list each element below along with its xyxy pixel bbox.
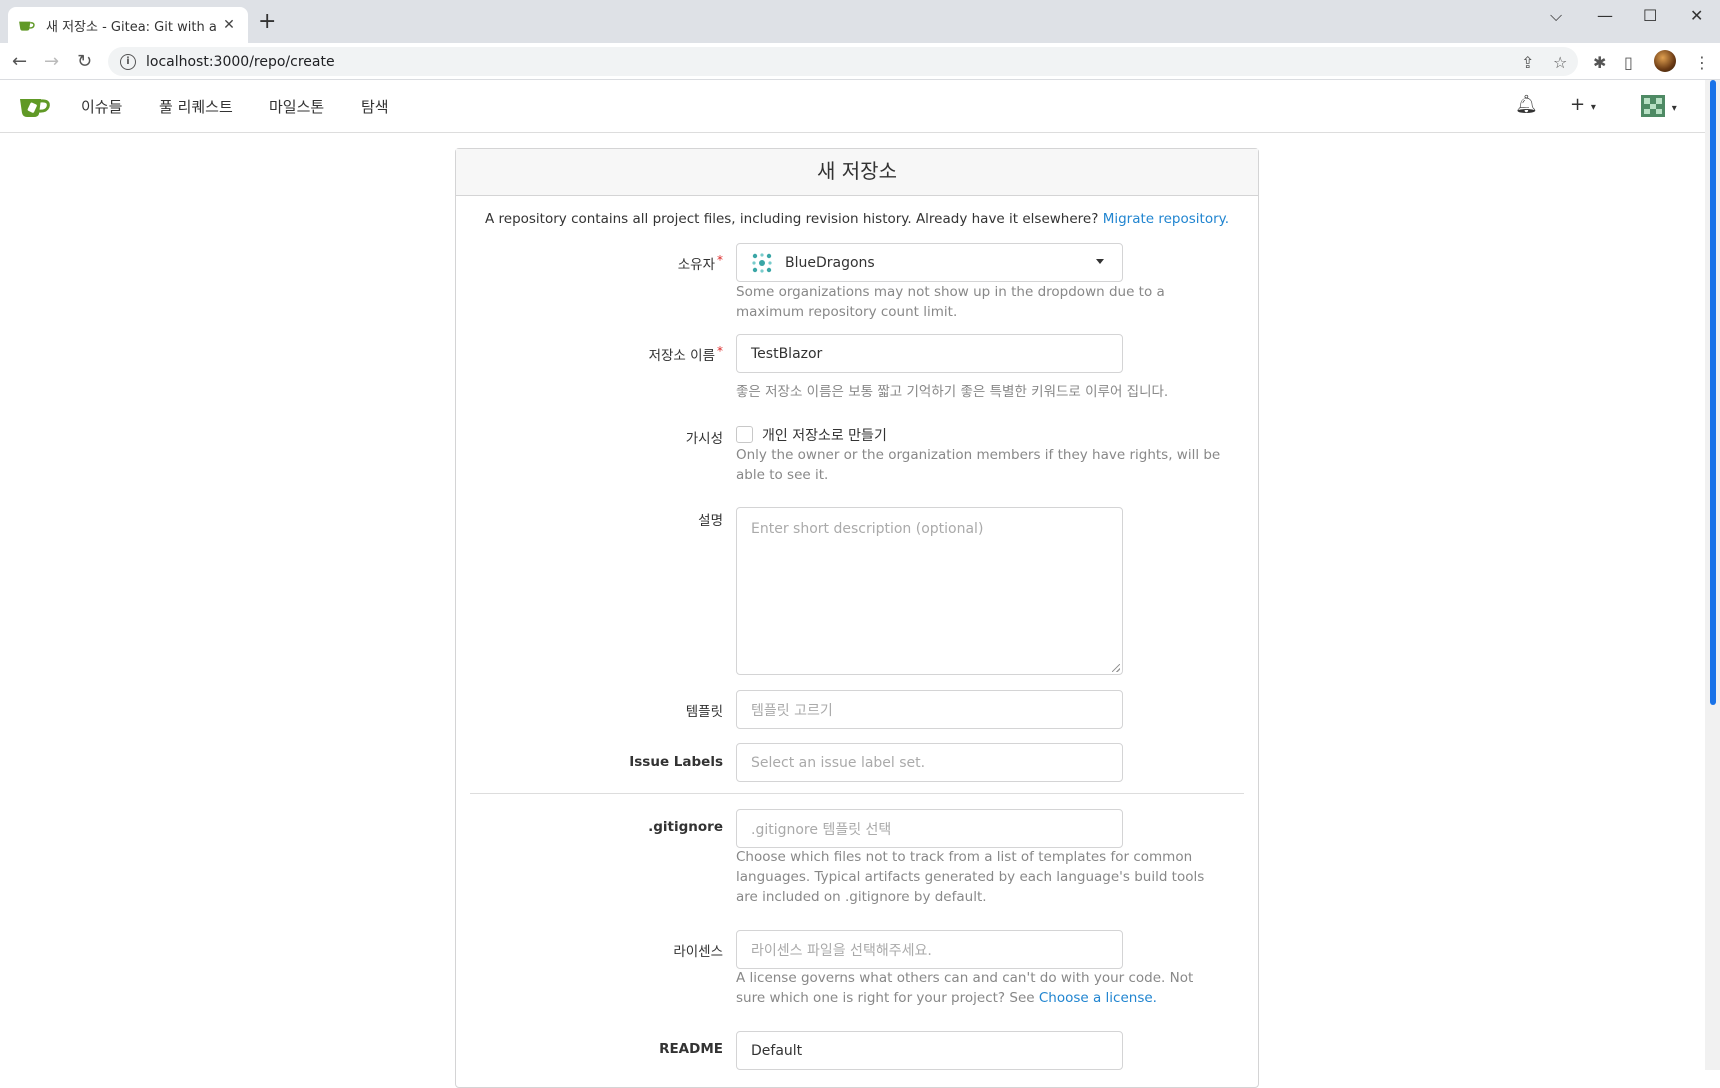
chevron-down-icon: [1096, 259, 1104, 264]
intro-text: A repository contains all project files,…: [484, 211, 1229, 227]
owner-dropdown[interactable]: BlueDragons: [736, 243, 1123, 282]
browser-toolbar: ← → ↻ i localhost:3000/repo/create ⇪ ☆ ✱…: [0, 43, 1720, 80]
issue-labels-label: Issue Labels: [629, 754, 723, 770]
org-avatar-icon: [752, 252, 772, 273]
nav-pull-requests[interactable]: 풀 리퀘스트: [159, 96, 233, 117]
minimize-window-icon[interactable]: —: [1597, 6, 1613, 25]
nav-explore[interactable]: 탐색: [361, 96, 389, 117]
create-new-dropdown-icon[interactable]: + ▾: [1570, 94, 1596, 115]
gitignore-help: Choose which files not to track from a l…: [736, 849, 1205, 905]
user-avatar-menu[interactable]: ▾: [1640, 94, 1677, 118]
nav-milestones[interactable]: 마일스톤: [269, 96, 324, 117]
reload-icon[interactable]: ↻: [77, 51, 92, 72]
back-arrow-icon[interactable]: ←: [12, 51, 27, 72]
browser-menu-icon[interactable]: ⋮: [1694, 53, 1710, 72]
form-header: 새 저장소: [456, 149, 1258, 196]
gitignore-dropdown[interactable]: .gitignore 템플릿 선택: [736, 809, 1123, 848]
notifications-bell-icon[interactable]: 🔔︎: [1515, 94, 1538, 115]
repo-name-label: 저장소 이름 *: [648, 344, 723, 364]
license-dropdown[interactable]: 라이센스 파일을 선택해주세요.: [736, 930, 1123, 969]
template-dropdown[interactable]: 템플릿 고르기: [736, 690, 1123, 729]
section-divider: [470, 793, 1244, 794]
gitea-navbar: 이슈들 풀 리퀘스트 마일스톤 탐색 🔔︎ + ▾ ▾: [0, 80, 1705, 133]
visibility-help: Only the owner or the organization membe…: [736, 447, 1221, 483]
close-tab-icon[interactable]: ✕: [220, 17, 238, 33]
new-repo-form: 새 저장소 A repository contains all project …: [455, 148, 1259, 1088]
side-panel-icon[interactable]: ▯: [1624, 53, 1633, 72]
extensions-icon[interactable]: ✱: [1593, 53, 1606, 72]
forward-arrow-icon[interactable]: →: [44, 51, 59, 72]
license-help: A license governs what others can and ca…: [736, 970, 1194, 1006]
nav-issues[interactable]: 이슈들: [81, 96, 122, 117]
repo-name-help: 좋은 저장소 이름은 보통 짧고 기억하기 좋은 특별한 키워드로 이루어 집니…: [736, 384, 1169, 400]
gitignore-label: .gitignore: [648, 819, 723, 835]
visibility-label: 가시성: [685, 431, 723, 447]
license-label: 라이센스: [673, 944, 723, 960]
repo-name-input[interactable]: TestBlazor: [736, 334, 1123, 373]
address-bar[interactable]: i localhost:3000/repo/create: [108, 47, 1578, 76]
description-label: 설명: [698, 513, 723, 529]
owner-label: 소유자 *: [677, 253, 723, 273]
description-textarea[interactable]: Enter short description (optional): [736, 507, 1123, 675]
page-scrollbar[interactable]: [1705, 80, 1720, 1070]
url-text: localhost:3000/repo/create: [146, 53, 335, 70]
close-window-icon[interactable]: ✕: [1690, 6, 1703, 25]
browser-tab[interactable]: 새 저장소 - Gitea: Git with a cup ✕: [8, 7, 248, 43]
share-icon[interactable]: ⇪: [1521, 53, 1534, 72]
private-checkbox-label[interactable]: 개인 저장소로 만들기: [762, 425, 887, 445]
site-info-icon[interactable]: i: [120, 53, 136, 70]
new-tab-button[interactable]: +: [258, 11, 276, 33]
owner-help: Some organizations may not show up in th…: [736, 284, 1165, 320]
resize-handle-icon[interactable]: [1112, 664, 1120, 672]
user-avatar-icon: [1641, 95, 1665, 117]
browser-tab-title: 새 저장소 - Gitea: Git with a cup: [46, 19, 220, 35]
maximize-window-icon[interactable]: ☐: [1643, 6, 1657, 25]
browser-profile-avatar[interactable]: [1654, 50, 1676, 72]
gitea-logo-icon[interactable]: [19, 94, 51, 118]
gitea-favicon-icon: [19, 21, 35, 31]
bookmark-star-icon[interactable]: ☆: [1553, 53, 1567, 72]
issue-labels-dropdown[interactable]: Select an issue label set.: [736, 743, 1123, 782]
private-checkbox[interactable]: [736, 426, 753, 443]
readme-label: README: [659, 1041, 723, 1057]
readme-dropdown[interactable]: Default: [736, 1031, 1123, 1070]
browser-tab-strip: 새 저장소 - Gitea: Git with a cup ✕ + ⌵ — ☐ …: [0, 0, 1720, 43]
tab-search-icon[interactable]: ⌵: [1550, 6, 1562, 26]
choose-license-link[interactable]: Choose a license.: [1039, 990, 1157, 1006]
owner-value: BlueDragons: [785, 254, 875, 271]
migrate-repo-link[interactable]: Migrate repository.: [1103, 211, 1229, 227]
template-label: 템플릿: [685, 704, 723, 720]
